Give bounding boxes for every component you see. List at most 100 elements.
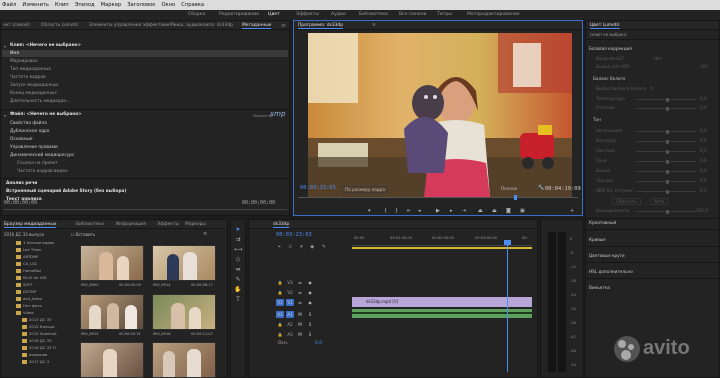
highlights-value[interactable]: 0,0 bbox=[700, 148, 707, 153]
slip-tool-icon[interactable]: ⇹ bbox=[234, 266, 242, 274]
video-clip[interactable]: ds33dp.mp4 [V] bbox=[352, 297, 532, 307]
view-options-icon[interactable]: ≡ bbox=[203, 231, 207, 237]
add-button-icon[interactable]: + bbox=[570, 208, 574, 214]
clip-row-label[interactable]: Маркировка bbox=[10, 59, 38, 64]
saturation-value[interactable]: 100,0 bbox=[696, 208, 708, 213]
vignette-header[interactable]: Виньетка bbox=[589, 285, 610, 290]
timeline-tools-row[interactable]: ⌖ ⊂ ▾ ◆ ✎ bbox=[278, 244, 329, 250]
clip-thumbnail[interactable] bbox=[80, 245, 144, 281]
whites-slider[interactable] bbox=[636, 169, 696, 174]
clip-row-media-type[interactable]: Тип медиаданных bbox=[10, 67, 51, 72]
hand-tool-icon[interactable]: ✋ bbox=[234, 286, 242, 294]
tab-project[interactable]: ект (самой) bbox=[3, 23, 30, 28]
playhead-marker[interactable] bbox=[514, 195, 517, 200]
folder-item[interactable]: конышев bbox=[22, 352, 47, 357]
clip-thumbnail[interactable] bbox=[152, 342, 216, 378]
color-wheels-header[interactable]: Цветовые круги bbox=[589, 253, 625, 258]
panel-menu-icon[interactable]: ≫ bbox=[281, 23, 286, 29]
temperature-slider[interactable] bbox=[636, 97, 696, 102]
lumetri-clip-select[interactable]: (клип не выбран) bbox=[590, 32, 627, 37]
browser-path-dropdown[interactable]: 2016 ДС 33 выпуск bbox=[4, 232, 44, 237]
eye-icon[interactable]: ◉ bbox=[306, 279, 314, 286]
program-timecode[interactable]: 00:03:23:03 bbox=[300, 185, 336, 191]
creative-header[interactable]: Креативный bbox=[589, 220, 616, 225]
lift-icon[interactable]: ⏏ bbox=[478, 208, 483, 214]
quality-dropdown[interactable]: Полное bbox=[501, 186, 517, 191]
menu-sequence[interactable]: Эпизод bbox=[75, 2, 95, 8]
left-timecode[interactable]: 00;00;00;00 bbox=[4, 200, 37, 206]
shadows-value[interactable]: 0,0 bbox=[700, 158, 707, 163]
highlights-slider[interactable] bbox=[636, 149, 696, 154]
contrast-value[interactable]: 0,0 bbox=[700, 138, 707, 143]
file-row-rights[interactable]: Управление правами bbox=[10, 145, 58, 150]
extract-icon[interactable]: ⏏ bbox=[492, 208, 497, 214]
blacks-value[interactable]: 0,0 bbox=[700, 178, 707, 183]
track-a3[interactable]: 🔒 A3 M S bbox=[276, 330, 532, 339]
menu-clip[interactable]: Клип bbox=[55, 2, 69, 8]
tint-value[interactable]: 0,0 bbox=[700, 105, 707, 110]
menu-title[interactable]: Заголовок bbox=[127, 2, 155, 8]
go-to-out-icon[interactable]: ⇥ bbox=[462, 208, 466, 214]
clip-row-media-start[interactable]: Запуск медиаданных bbox=[10, 83, 59, 88]
basic-correction-header[interactable]: Базовая коррекция bbox=[589, 46, 632, 51]
workspace-effects[interactable]: Эффекты bbox=[296, 12, 319, 17]
folder-item[interactable]: 2017 ДС 3 bbox=[22, 359, 49, 364]
audio-clip[interactable] bbox=[352, 309, 532, 318]
sync-lock-icon[interactable]: ⇋ bbox=[296, 299, 304, 306]
clip-row-name[interactable]: Имя bbox=[10, 51, 19, 56]
add-marker-icon[interactable]: ▾ bbox=[368, 208, 371, 214]
blacks-slider[interactable] bbox=[636, 179, 696, 184]
file-sub-video-frame-rate[interactable]: Частота кадров видео bbox=[17, 169, 68, 174]
folder-item[interactable]: CA_LSC bbox=[16, 261, 37, 266]
track-v3[interactable]: 🔒 V3 ⇋ ◉ bbox=[276, 278, 532, 287]
lock-icon[interactable]: 🔒 bbox=[276, 321, 284, 328]
file-row-basic[interactable]: Основные bbox=[10, 137, 33, 142]
reset-button[interactable]: Сбросить bbox=[612, 198, 641, 205]
saturation-slider[interactable] bbox=[636, 209, 696, 214]
hdr-specular-value[interactable]: 0,0 bbox=[700, 188, 707, 193]
clip-chevron-icon[interactable]: ▾ bbox=[4, 44, 6, 49]
hsl-secondary-header[interactable]: HSL дополнительно bbox=[589, 269, 633, 274]
mark-in-icon[interactable]: { bbox=[384, 208, 387, 214]
contrast-slider[interactable] bbox=[636, 139, 696, 144]
folder-item[interactable]: Video bbox=[16, 310, 34, 315]
file-row-dynamic-media[interactable]: Динамический медиаресурс bbox=[10, 153, 74, 158]
tab-libraries[interactable]: Библиотеки bbox=[76, 222, 104, 227]
fit-dropdown[interactable]: По размеру кадра bbox=[342, 186, 388, 193]
play-icon[interactable]: ▶ bbox=[436, 208, 440, 214]
hdr-white-value[interactable]: 100 bbox=[700, 64, 708, 69]
folder-item[interactable]: Mul2 for VID bbox=[16, 275, 46, 280]
mute-button[interactable]: M bbox=[296, 331, 304, 338]
timeline-timecode[interactable]: 00:03:23:03 bbox=[276, 232, 312, 238]
menu-help[interactable]: Справка bbox=[181, 2, 204, 8]
lock-icon[interactable]: 🔒 bbox=[276, 279, 284, 286]
input-lut-dropdown[interactable]: Нет bbox=[654, 56, 662, 61]
ingest-checkbox[interactable]: ☐ Вставить bbox=[71, 232, 95, 237]
workspace-metalogging[interactable]: Метаредактирование bbox=[467, 12, 520, 17]
mute-button[interactable]: M bbox=[296, 321, 304, 328]
hdr-specular-slider[interactable] bbox=[636, 189, 696, 194]
workspace-assembly[interactable]: Сборка bbox=[188, 12, 205, 17]
folder-item[interactable]: 2013 ДС 33 bbox=[22, 317, 52, 322]
workspace-editing[interactable]: Редактирование bbox=[219, 12, 259, 17]
tab-effect-controls[interactable]: Элементы управления эффектами bbox=[89, 23, 169, 28]
program-scrub-bar[interactable] bbox=[298, 197, 578, 198]
clip-thumbnail[interactable] bbox=[80, 342, 144, 378]
tint-slider[interactable] bbox=[636, 106, 696, 111]
speech-analysis-header[interactable]: Анализ речи bbox=[6, 181, 37, 186]
file-row-dublin-core[interactable]: Дублинское ядро bbox=[10, 129, 49, 134]
embedded-script-header[interactable]: Встроенный сценарий Adobe Story (без выб… bbox=[6, 189, 126, 194]
export-frame-icon[interactable]: ◙ bbox=[506, 208, 511, 214]
solo-button[interactable]: S bbox=[306, 321, 314, 328]
pen-tool-icon[interactable]: ✎ bbox=[234, 276, 242, 284]
solo-button[interactable]: S bbox=[306, 311, 314, 318]
clip-thumbnail[interactable] bbox=[80, 294, 144, 330]
eye-icon[interactable]: ◉ bbox=[306, 289, 314, 296]
source-patch-a1[interactable]: A1 bbox=[276, 311, 284, 318]
mute-button[interactable]: M bbox=[296, 311, 304, 318]
exposure-value[interactable]: 0,0 bbox=[700, 128, 707, 133]
menu-marker[interactable]: Маркер bbox=[101, 2, 122, 8]
workspace-audio[interactable]: Аудио bbox=[331, 12, 346, 17]
folder-item[interactable]: 1 Ночное видео bbox=[16, 240, 54, 245]
eyedropper-icon[interactable]: ✎ bbox=[650, 86, 654, 92]
